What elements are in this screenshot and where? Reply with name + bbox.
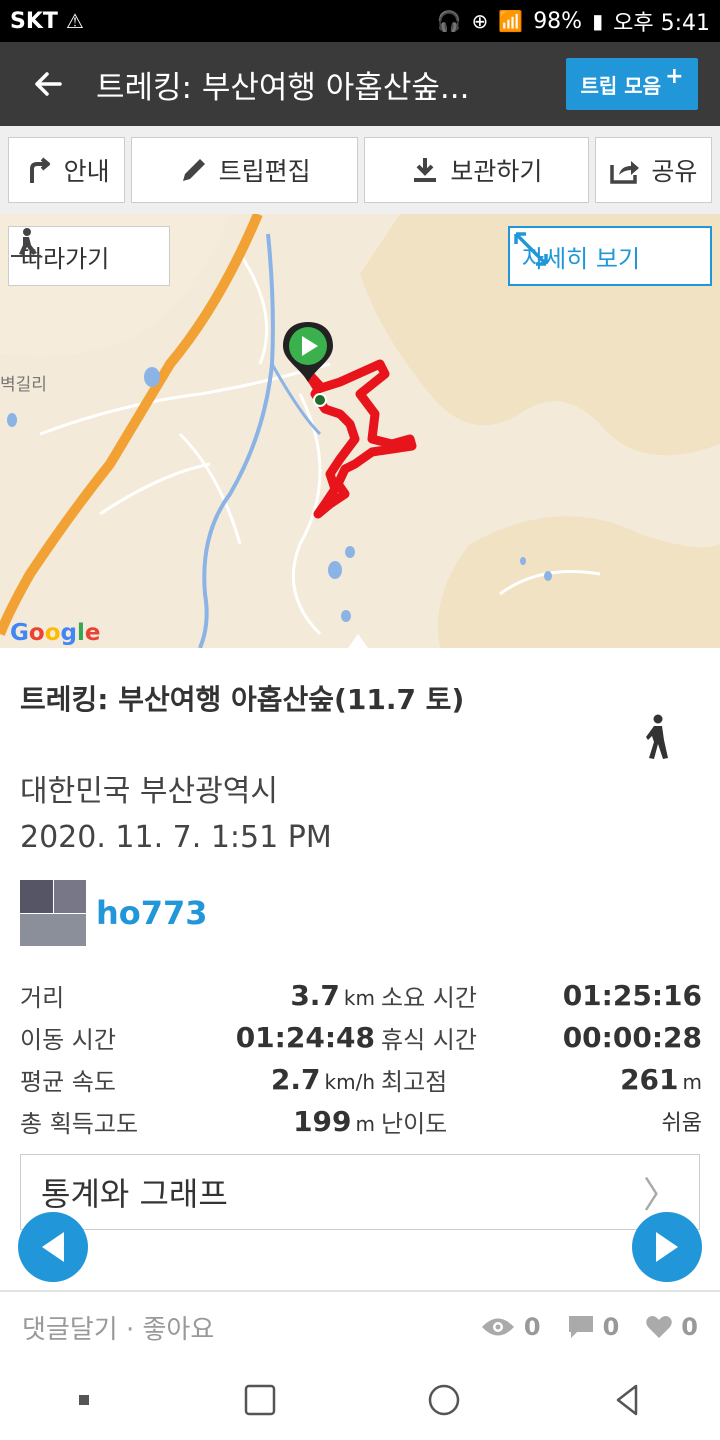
google-attribution: Google bbox=[10, 620, 101, 646]
headset-icon: 🎧 bbox=[436, 9, 462, 33]
next-trip-button[interactable] bbox=[632, 1212, 702, 1282]
terrain-area bbox=[438, 516, 720, 648]
comment-bar: 댓글달기 · 좋아요 0 0 0 bbox=[0, 1292, 720, 1362]
share-label: 공유 bbox=[651, 157, 698, 186]
warning-icon: ⚠ bbox=[65, 9, 84, 33]
menu-dot-icon[interactable] bbox=[74, 1390, 94, 1410]
pencil-icon bbox=[182, 159, 205, 181]
avg-speed-label: 평균 속도 bbox=[20, 1067, 116, 1096]
app-bar: 트레킹: 부산여행 아홉산숲... 트립 모음 + bbox=[0, 42, 720, 126]
back-arrow-icon bbox=[35, 72, 62, 96]
detail-view-button[interactable]: 자세히 보기 bbox=[508, 226, 712, 286]
pond bbox=[144, 367, 160, 387]
carrier-label: SKT bbox=[10, 8, 58, 34]
follow-button[interactable]: 따라가기 bbox=[8, 226, 170, 286]
elevation-gain-value: 199 m bbox=[293, 1104, 375, 1138]
pond bbox=[341, 610, 351, 622]
rest-time-value: 00:00:28 bbox=[562, 1020, 702, 1054]
engagement-counts: 0 0 0 bbox=[480, 1313, 698, 1341]
pond bbox=[7, 413, 17, 427]
stats-row: 거리 3.7 km 소요 시간 01:25:16 bbox=[20, 974, 702, 1016]
guide-label: 안내 bbox=[63, 157, 110, 186]
save-label: 보관하기 bbox=[450, 157, 543, 186]
duration-label: 소요 시간 bbox=[381, 983, 477, 1012]
end-point-marker bbox=[313, 393, 327, 407]
map-view[interactable]: 벽길리 따라가기 자세히 보기 Google bbox=[0, 214, 720, 648]
hiker-icon bbox=[11, 228, 41, 257]
view-count: 0 bbox=[523, 1313, 541, 1341]
trip-date: 2020. 11. 7. 1:51 PM bbox=[20, 820, 332, 855]
stats-graph-label: 통계와 그래프 bbox=[41, 1175, 228, 1213]
heart-icon bbox=[646, 1316, 673, 1338]
turn-arrow-icon bbox=[29, 157, 50, 183]
share-button[interactable]: 공유 bbox=[594, 137, 712, 203]
trip-collection-label: 트립 모음 bbox=[580, 73, 662, 98]
edit-trip-label: 트립편집 bbox=[218, 157, 311, 186]
comment-icon bbox=[568, 1316, 593, 1338]
comment-like-link[interactable]: 댓글달기 · 좋아요 bbox=[22, 1309, 214, 1346]
moving-time-label: 이동 시간 bbox=[20, 1025, 116, 1054]
save-button[interactable]: 보관하기 bbox=[363, 137, 589, 203]
pond bbox=[520, 557, 526, 565]
clock: 오후 5:41 bbox=[613, 11, 710, 36]
distance-label: 거리 bbox=[20, 983, 65, 1012]
rest-time-label: 휴식 시간 bbox=[381, 1025, 477, 1054]
road-label: 벽길리 bbox=[0, 375, 47, 395]
pond bbox=[345, 546, 355, 558]
back-button[interactable] bbox=[0, 42, 96, 126]
chevron-right-icon: 〉 bbox=[642, 1175, 679, 1216]
avg-speed-value: 2.7 km/h bbox=[270, 1062, 375, 1096]
difficulty-value: 쉬움 bbox=[661, 1111, 702, 1136]
battery-icon: ▮ bbox=[592, 9, 604, 33]
max-elevation-value: 261 m bbox=[620, 1062, 702, 1096]
eye-icon bbox=[481, 1318, 514, 1336]
comment-count: 0 bbox=[602, 1313, 620, 1341]
guide-button[interactable]: 안내 bbox=[8, 137, 126, 203]
pond bbox=[328, 561, 342, 579]
duration-value: 01:25:16 bbox=[562, 978, 702, 1012]
triangle-left-icon bbox=[42, 1232, 64, 1262]
trip-title: 트레킹: 부산여행 아홉산숲(11.7 토) bbox=[20, 683, 465, 716]
share-icon bbox=[610, 161, 640, 184]
stats-row: 평균 속도 2.7 km/h 최고점 261 m bbox=[20, 1058, 702, 1100]
max-elevation-label: 최고점 bbox=[381, 1067, 448, 1096]
battery-percent: 98% bbox=[533, 8, 583, 34]
expand-icon bbox=[514, 232, 548, 266]
elevation-gain-label: 총 획득고도 bbox=[20, 1109, 139, 1138]
plus-icon: + bbox=[665, 63, 684, 89]
previous-trip-button[interactable] bbox=[18, 1212, 88, 1282]
difficulty-label: 난이도 bbox=[381, 1109, 448, 1138]
stats-graph-button[interactable]: 통계와 그래프 〉 bbox=[20, 1154, 700, 1230]
triangle-right-icon bbox=[656, 1232, 678, 1262]
wifi-icon: 📶 bbox=[498, 9, 524, 33]
like-count: 0 bbox=[681, 1313, 698, 1341]
moving-time-value: 01:24:48 bbox=[235, 1020, 375, 1054]
page-title: 트레킹: 부산여행 아홉산숲... bbox=[96, 69, 470, 106]
back-nav-icon[interactable] bbox=[610, 1382, 646, 1418]
avatar[interactable] bbox=[20, 880, 86, 946]
data-saver-icon: ⊕ bbox=[471, 9, 489, 33]
stats-row: 이동 시간 01:24:48 휴식 시간 00:00:28 bbox=[20, 1016, 702, 1058]
trip-collection-button[interactable]: 트립 모음 + bbox=[566, 58, 698, 110]
status-right: 🎧 ⊕ 📶 98% ▮ 오후 5:41 bbox=[437, 5, 710, 37]
stats-row: 총 획득고도 199 m 난이도 쉬움 bbox=[20, 1100, 702, 1142]
distance-value: 3.7 km bbox=[290, 978, 375, 1012]
username-link[interactable]: ho773 bbox=[96, 894, 208, 932]
trip-location: 대한민국 부산광역시 bbox=[20, 774, 278, 809]
gps-track bbox=[302, 359, 417, 519]
system-nav-bar bbox=[0, 1360, 720, 1440]
info-pointer bbox=[348, 634, 368, 648]
action-toolbar: 안내 트립편집 보관하기 공유 bbox=[0, 126, 720, 214]
walking-icon bbox=[646, 714, 668, 759]
status-bar: SKT ⚠ 🎧 ⊕ 📶 98% ▮ 오후 5:41 bbox=[0, 0, 720, 42]
pond bbox=[544, 571, 552, 581]
download-icon bbox=[414, 158, 437, 182]
edit-trip-button[interactable]: 트립편집 bbox=[131, 137, 358, 203]
trip-stats: 거리 3.7 km 소요 시간 01:25:16 이동 시간 01:24:48 휴… bbox=[20, 974, 702, 1142]
recent-apps-icon[interactable] bbox=[242, 1382, 278, 1418]
home-icon[interactable] bbox=[426, 1382, 462, 1418]
